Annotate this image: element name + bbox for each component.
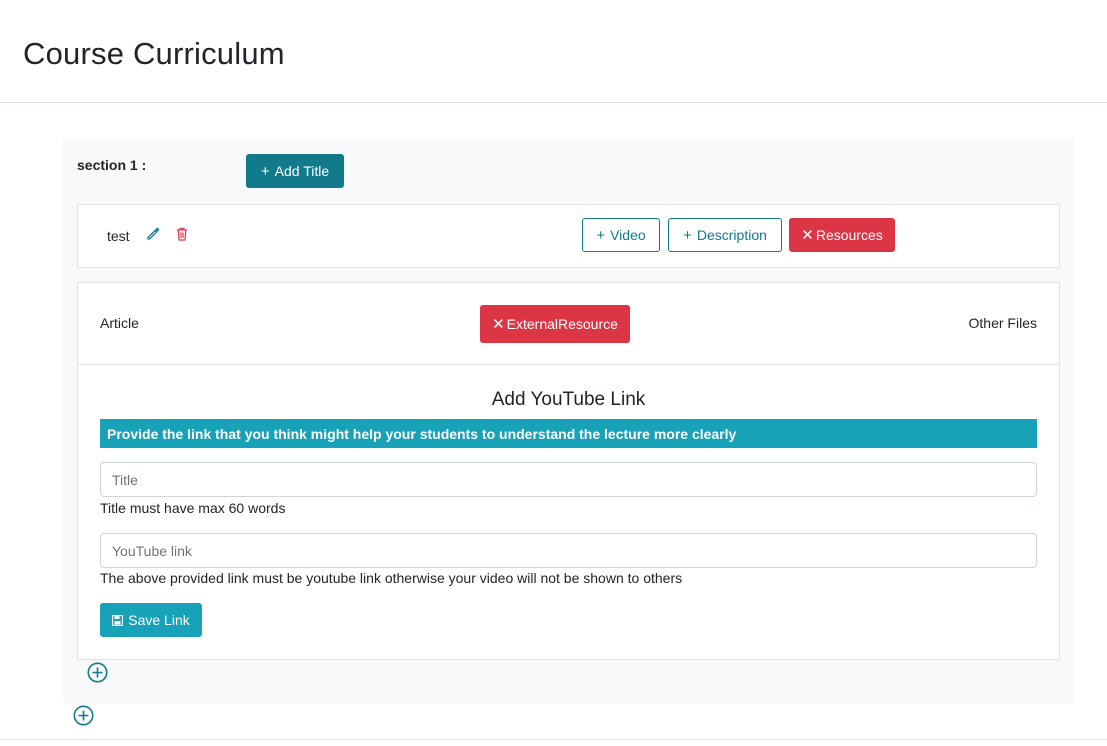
add-lecture-icon[interactable] xyxy=(87,662,108,683)
save-icon xyxy=(112,614,124,626)
plus-icon: + xyxy=(596,226,606,244)
page-title: Course Curriculum xyxy=(23,36,285,71)
title-help-text: Title must have max 60 words xyxy=(100,500,286,516)
resource-panel: Article ✕ ExternalResource Other Files A… xyxy=(77,282,1060,660)
add-title-label: Add Title xyxy=(274,163,330,179)
add-video-button[interactable]: + Video xyxy=(582,218,660,252)
plus-icon: + xyxy=(683,226,692,244)
resource-tabs: Article ✕ ExternalResource Other Files xyxy=(78,283,1059,365)
close-icon: ✕ xyxy=(492,315,505,333)
video-label: Video xyxy=(610,227,646,243)
tab-other-files[interactable]: Other Files xyxy=(969,315,1037,331)
trash-icon[interactable] xyxy=(176,227,188,241)
save-link-label: Save Link xyxy=(128,612,190,628)
divider xyxy=(0,739,1107,740)
external-resource-label: ExternalResource xyxy=(506,316,618,332)
section-panel: section 1 : + Add Title test + Video + D… xyxy=(63,139,1074,703)
tab-external-resource[interactable]: ✕ ExternalResource xyxy=(480,305,630,343)
link-help-text: The above provided link must be youtube … xyxy=(100,570,683,586)
lecture-name: test xyxy=(107,228,130,244)
save-link-button[interactable]: Save Link xyxy=(100,603,202,637)
add-title-button[interactable]: + Add Title xyxy=(246,154,344,188)
description-label: Description xyxy=(696,227,767,243)
youtube-link-input[interactable] xyxy=(100,533,1037,568)
lecture-row: test + Video + Description ✕ Resources xyxy=(77,204,1060,268)
info-banner: Provide the link that you think might he… xyxy=(100,419,1037,448)
page-header: Course Curriculum xyxy=(0,0,1107,103)
plus-icon: + xyxy=(260,162,270,180)
close-icon: ✕ xyxy=(801,226,814,244)
pencil-icon[interactable] xyxy=(146,227,160,241)
add-description-button[interactable]: + Description xyxy=(668,218,782,252)
title-input[interactable] xyxy=(100,462,1037,497)
form-title: Add YouTube Link xyxy=(491,389,646,410)
section-label: section 1 : xyxy=(77,157,147,173)
resources-toggle-button[interactable]: ✕ Resources xyxy=(789,218,895,252)
tab-article[interactable]: Article xyxy=(100,315,139,331)
resources-label: Resources xyxy=(815,227,883,243)
add-section-icon[interactable] xyxy=(73,705,94,726)
